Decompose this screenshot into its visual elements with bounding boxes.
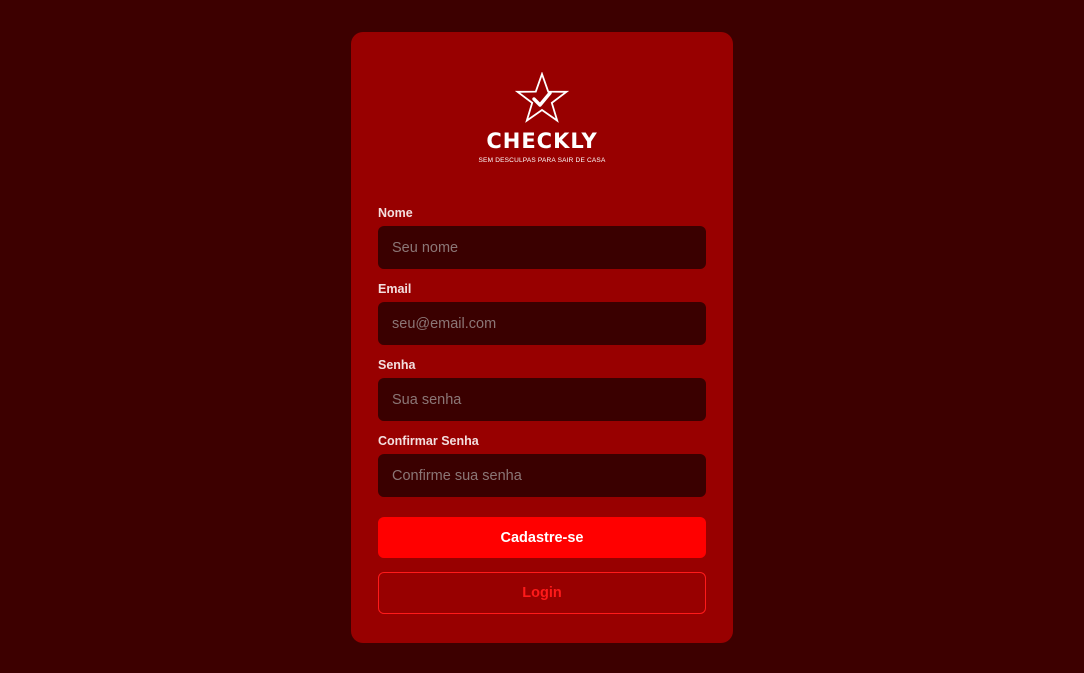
confirm-password-input[interactable] [378, 454, 706, 497]
brand-logo: CHECKLY SEM DESCULPAS PARA SAIR DE CASA [378, 32, 706, 166]
email-label: Email [378, 282, 412, 296]
login-button[interactable]: Login [378, 572, 706, 614]
signup-form: Nome Email Senha Confirmar Senha Cadastr… [378, 206, 706, 614]
star-check-icon [515, 72, 569, 124]
confirm-password-label: Confirmar Senha [378, 434, 479, 448]
password-input[interactable] [378, 378, 706, 421]
name-field: Nome [378, 206, 706, 269]
email-field: Email [378, 282, 706, 345]
signup-card: CHECKLY SEM DESCULPAS PARA SAIR DE CASA … [351, 32, 733, 643]
password-label: Senha [378, 358, 416, 372]
name-label: Nome [378, 206, 413, 220]
confirm-password-field: Confirmar Senha [378, 434, 706, 497]
brand-name: CHECKLY [486, 129, 598, 153]
email-input[interactable] [378, 302, 706, 345]
signup-button[interactable]: Cadastre-se [378, 517, 706, 558]
name-input[interactable] [378, 226, 706, 269]
brand-tagline: SEM DESCULPAS PARA SAIR DE CASA [478, 157, 606, 164]
password-field: Senha [378, 358, 706, 421]
